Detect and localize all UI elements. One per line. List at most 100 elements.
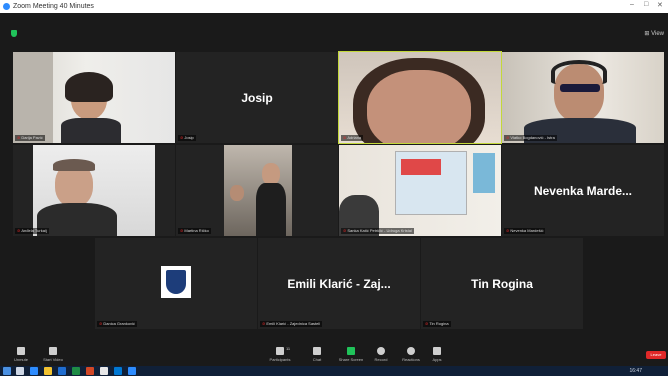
window-title: Zoom Meeting 40 Minutes (13, 3, 94, 10)
participant-name-label: ⊘Vlatko Bogdanović - Istra (504, 135, 557, 141)
record-label: Record (374, 357, 388, 362)
poster-side (473, 153, 495, 193)
record-button[interactable]: Record (366, 347, 396, 362)
participant-display-name: Nevenka Marde... (533, 183, 633, 198)
zoom-logo-icon (3, 3, 10, 10)
apps-icon (433, 347, 441, 355)
maximize-button[interactable]: □ (644, 1, 648, 8)
muted-mic-icon: ⊘ (99, 321, 103, 326)
edge-icon[interactable] (30, 367, 38, 375)
participant-display-name: Josip (241, 90, 273, 105)
participant-name: Martina Ričko (184, 228, 209, 233)
participant-name-label: ⊘Josip (178, 135, 196, 141)
reactions-label: Reactions (402, 357, 420, 362)
participant-name-label: ⊘Tin Rogina (423, 321, 451, 327)
muted-mic-icon: ⊘ (343, 228, 347, 233)
share-screen-label: Share Screen (338, 357, 364, 362)
person-glasses (560, 84, 600, 92)
muted-mic-icon: ⊘ (180, 135, 184, 140)
participant-name: Vlatko Bogdanović - Istra (510, 135, 555, 140)
muted-mic-icon: ⊘ (17, 228, 21, 233)
minimize-button[interactable]: – (630, 1, 634, 8)
participant-name: Tin Rogina (429, 321, 449, 326)
participant-name-label: ⊘Emili Klarić - Zajednica Sastell (260, 321, 323, 327)
participants-count: 11 (286, 346, 291, 351)
start-video-button[interactable]: Start Video (38, 347, 68, 362)
powerpoint-icon[interactable] (86, 367, 94, 375)
participant-name: Adriana (347, 135, 362, 140)
share-screen-button[interactable]: Share Screen (334, 347, 368, 362)
person-clothing (256, 183, 286, 236)
participant-name: Anđela Turkalj (21, 228, 47, 233)
participant-name: Emili Klarić - Zajednica Sastell (266, 321, 321, 326)
microphone-icon (17, 347, 25, 355)
video-camera-icon (49, 347, 57, 355)
poster-headline (401, 159, 441, 175)
person-face (367, 70, 471, 143)
muted-mic-icon: ⊘ (506, 228, 510, 233)
participant-tile[interactable]: Tin Rogina ⊘Tin Rogina (421, 238, 583, 329)
person-hair (53, 159, 95, 171)
window-titlebar: Zoom Meeting 40 Minutes – □ ✕ (0, 0, 668, 13)
participant-name-label: ⊘Martina Ričko (178, 228, 211, 234)
chat-label: Chat (312, 357, 322, 362)
participants-button[interactable]: Participants (262, 347, 298, 362)
record-icon (377, 347, 385, 355)
leave-button[interactable]: Leave (646, 351, 666, 359)
windows-taskbar: 16:47 (0, 366, 668, 376)
participant-name: Danica Granković (103, 321, 135, 326)
participant-name-label: ⊘Adriana (341, 135, 364, 141)
muted-mic-icon: ⊘ (425, 321, 429, 326)
unmute-label: Unmute (13, 357, 28, 362)
participant-name-label: ⊘Nevenka Mardešić (504, 228, 546, 234)
participant-tile[interactable]: ⊘Vlatko Bogdanović - Istra (502, 52, 664, 143)
chat-icon (313, 347, 321, 355)
muted-mic-icon: ⊘ (343, 135, 347, 140)
excel-icon[interactable] (72, 367, 80, 375)
participant-name-label: ⊘Anđela Turkalj (15, 228, 49, 234)
unmute-button[interactable]: Unmute (6, 347, 36, 362)
participant-tile[interactable]: Nevenka Marde... ⊘Nevenka Mardešić (502, 145, 664, 236)
close-button[interactable]: ✕ (657, 1, 663, 9)
participant-name-label: ⊘Sanka Katić Petričić - Udruga Kristal (341, 228, 414, 234)
share-screen-icon (347, 347, 355, 355)
participant-name-label: ⊘Danica Granković (97, 321, 137, 327)
participant-tile[interactable]: ⊘Danica Granković (95, 238, 257, 329)
search-icon[interactable] (16, 367, 24, 375)
zoom-taskbar-icon[interactable] (128, 367, 136, 375)
active-speaker-tile[interactable]: ⊘Adriana (338, 51, 502, 144)
participant-tile[interactable]: ⊘Anđela Turkalj (13, 145, 175, 236)
participant-tile[interactable]: Emili Klarić - Zaj... ⊘Emili Klarić - Za… (258, 238, 420, 329)
outlook-icon[interactable] (114, 367, 122, 375)
security-shield-icon[interactable] (11, 30, 17, 37)
start-video-label: Start Video (43, 357, 63, 362)
participant-name: Sanka Katić Petričić - Udruga Kristal (347, 228, 412, 233)
participant-name: Nevenka Mardešić (510, 228, 544, 233)
view-button[interactable]: ⊞ View (644, 30, 664, 37)
chrome-icon[interactable] (100, 367, 108, 375)
muted-mic-icon: ⊘ (506, 135, 510, 140)
chat-button[interactable]: Chat (302, 347, 332, 362)
person-face (262, 163, 280, 185)
background-wall (13, 52, 53, 143)
participant-display-name: Emili Klarić - Zaj... (287, 276, 391, 291)
headphones-icon (551, 60, 607, 84)
participant-tile[interactable]: ⊘Darija Pavić (13, 52, 175, 143)
windows-start-icon[interactable] (3, 367, 11, 375)
participant-name: Josip (184, 135, 194, 140)
participants-label: Participants (269, 357, 291, 362)
file-explorer-icon[interactable] (44, 367, 52, 375)
participant-tile[interactable]: ⊘Martina Ričko (176, 145, 338, 236)
meeting-topbar: ⊞ View (0, 13, 668, 49)
muted-mic-icon: ⊘ (262, 321, 266, 326)
reactions-icon (407, 347, 415, 355)
second-person-face (230, 185, 244, 201)
participant-tile[interactable]: Josip ⊘Josip (176, 52, 338, 143)
apps-button[interactable]: Apps (422, 347, 452, 362)
muted-mic-icon: ⊘ (180, 228, 184, 233)
word-icon[interactable] (58, 367, 66, 375)
participant-tile[interactable]: ⊘Sanka Katić Petričić - Udruga Kristal (339, 145, 501, 236)
muted-mic-icon: ⊘ (17, 135, 21, 140)
apps-label: Apps (432, 357, 442, 362)
participant-display-name: Tin Rogina (471, 276, 533, 291)
